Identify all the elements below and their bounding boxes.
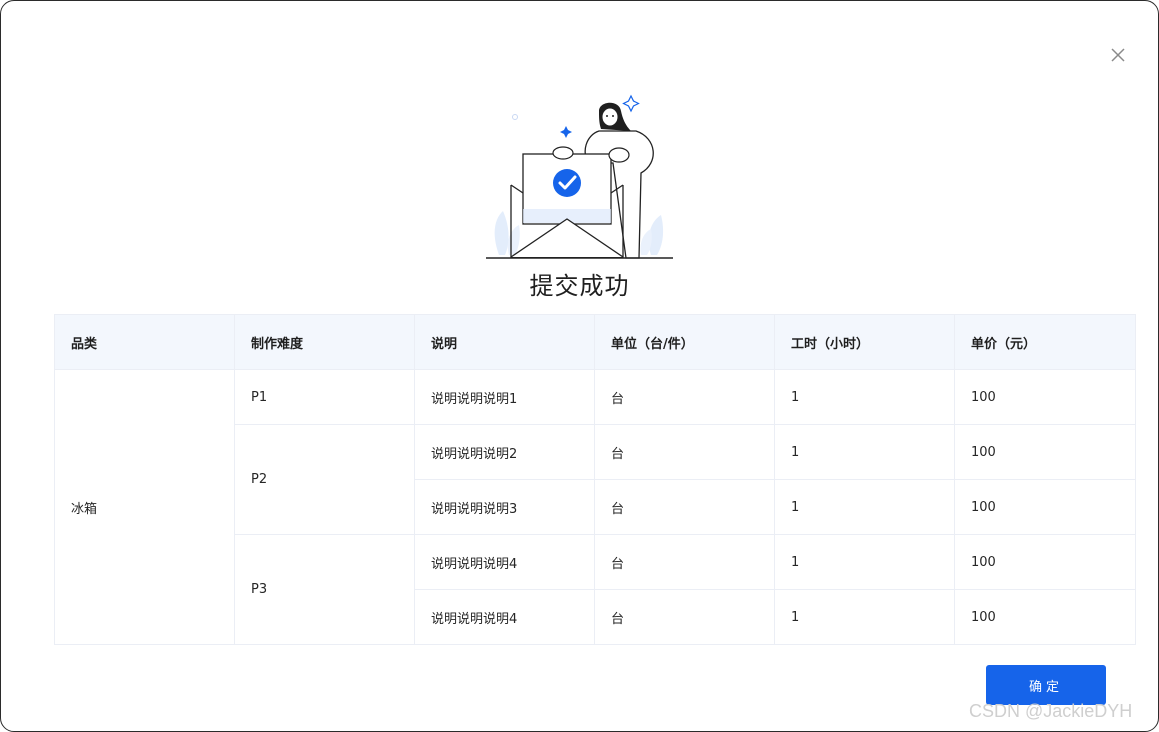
- price-cell: 100: [954, 534, 1136, 590]
- price-cell: 100: [954, 589, 1136, 645]
- watermark: CSDN @JackieDYH: [969, 701, 1133, 721]
- table-row: 冰箱 P1 说明说明说明1 台 1 100: [54, 369, 1136, 645]
- unit-cell: 台: [594, 479, 775, 535]
- header-difficulty: 制作难度: [234, 314, 415, 370]
- price-cell: 100: [954, 479, 1136, 535]
- header-unit: 单位（台/件）: [594, 314, 775, 370]
- success-envelope-illustration: [486, 94, 673, 259]
- header-description: 说明: [414, 314, 595, 370]
- table-header-row: 品类 制作难度 说明 单位（台/件） 工时（小时） 单价（元）: [54, 314, 1136, 370]
- confirm-button[interactable]: 确定: [986, 665, 1106, 705]
- price-cell: 100: [954, 424, 1136, 480]
- hours-cell: 1: [774, 479, 955, 535]
- hours-cell: 1: [774, 589, 955, 645]
- unit-cell: 台: [594, 369, 775, 425]
- unit-cell: 台: [594, 589, 775, 645]
- difficulty-cell: P1: [234, 369, 415, 425]
- close-icon[interactable]: [1108, 45, 1128, 65]
- hours-cell: 1: [774, 369, 955, 425]
- header-price: 单价（元）: [954, 314, 1136, 370]
- dialog-title: 提交成功: [529, 272, 630, 300]
- category-cell: 冰箱: [54, 369, 235, 645]
- description-cell: 说明说明说明2: [414, 424, 595, 480]
- hours-cell: 1: [774, 424, 955, 480]
- success-dialog: 提交成功 品类 制作难度 说明 单位（台/件） 工时（小时） 单价（元） 冰箱: [0, 0, 1159, 732]
- description-cell: 说明说明说明4: [414, 534, 595, 590]
- description-cell: 说明说明说明4: [414, 589, 595, 645]
- result-table: 品类 制作难度 说明 单位（台/件） 工时（小时） 单价（元） 冰箱 P1 说明…: [54, 314, 1136, 645]
- unit-cell: 台: [594, 424, 775, 480]
- header-hours: 工时（小时）: [774, 314, 955, 370]
- header-category: 品类: [54, 314, 235, 370]
- description-cell: 说明说明说明3: [414, 479, 595, 535]
- unit-cell: 台: [594, 534, 775, 590]
- difficulty-cell: P2: [234, 424, 415, 535]
- price-cell: 100: [954, 369, 1136, 425]
- hours-cell: 1: [774, 534, 955, 590]
- difficulty-cell: P3: [234, 534, 415, 645]
- description-cell: 说明说明说明1: [414, 369, 595, 425]
